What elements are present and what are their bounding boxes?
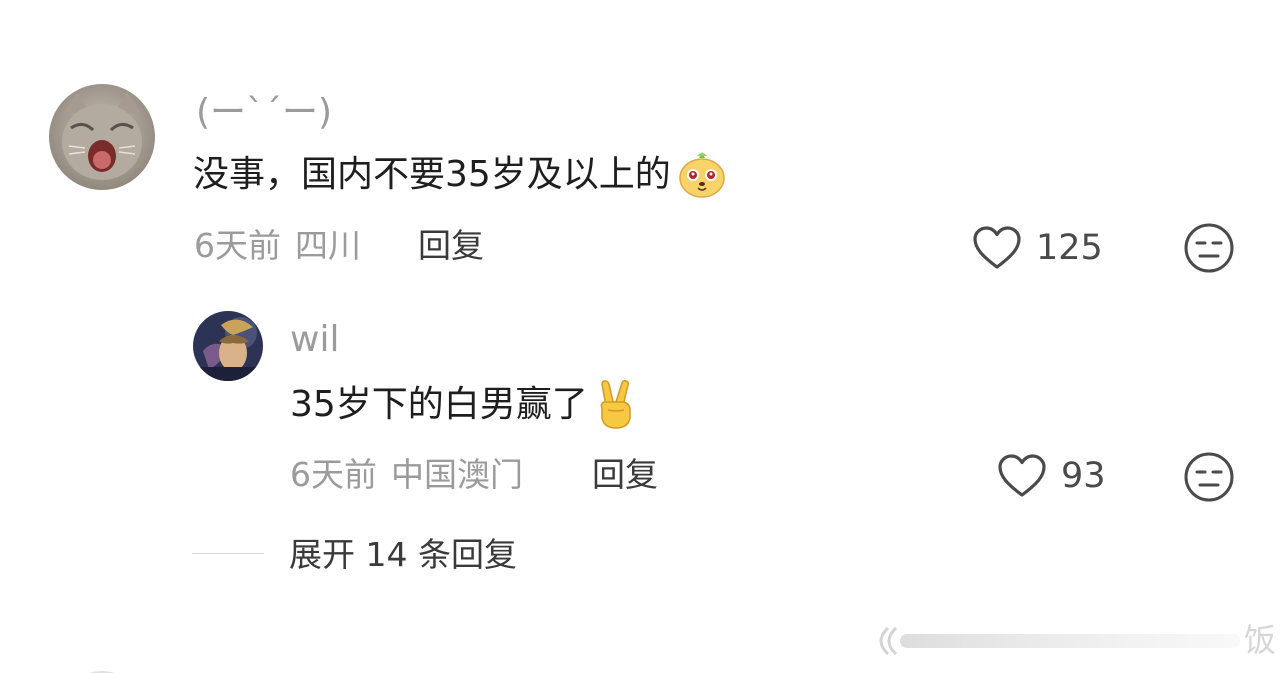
comment-location: 四川: [295, 226, 361, 265]
watermark-swoosh-icon: [879, 626, 1240, 656]
comment-username[interactable]: (ー`´ー): [196, 91, 332, 135]
comment-body: 没事，国内不要35岁及以上的: [193, 154, 671, 195]
anime-avatar-image: [193, 311, 263, 381]
heart-icon: [973, 226, 1021, 269]
neutral-face-icon: [1184, 452, 1234, 502]
reply-to-reply-button[interactable]: 回复: [592, 453, 658, 497]
watermark-logo: [870, 622, 1250, 660]
like-count: 125: [1036, 228, 1103, 268]
dislike-button[interactable]: [1183, 222, 1235, 274]
reply-like-button[interactable]: 93: [997, 453, 1106, 499]
neutral-face-icon: [1184, 223, 1234, 273]
comment-text: 没事，国内不要35岁及以上的: [193, 150, 727, 200]
comment-thread: (ー`´ー) 没事，国内不要35岁及以上的 6天前 四川 回复 125 wil …: [0, 0, 1284, 673]
comment-meta: 6天前 四川: [194, 224, 361, 268]
dog-face-emoji-icon: [677, 150, 727, 200]
watermark-text: 饭: [1244, 621, 1277, 659]
like-button[interactable]: 125: [972, 225, 1103, 271]
reply-time: 6天前: [290, 455, 377, 494]
reply-body: 35岁下的白男赢了: [290, 384, 588, 425]
expand-replies-button[interactable]: 展开 14 条回复: [289, 533, 517, 577]
reply-meta: 6天前 中国澳门: [290, 453, 523, 497]
reply-text: 35岁下的白男赢了: [290, 380, 638, 430]
expand-divider: [192, 553, 264, 554]
next-comment-avatar-edge: [62, 660, 142, 673]
reply-user-avatar[interactable]: [193, 311, 263, 381]
reply-button[interactable]: 回复: [418, 224, 484, 268]
reply-like-count: 93: [1061, 456, 1106, 496]
reply-location: 中国澳门: [391, 455, 523, 494]
reply-username[interactable]: wil: [290, 318, 339, 362]
victory-hand-emoji-icon: [594, 380, 638, 430]
reply-dislike-button[interactable]: [1183, 451, 1235, 503]
heart-icon: [998, 454, 1046, 497]
comment-time: 6天前: [194, 226, 281, 265]
cat-avatar-image: [49, 84, 155, 190]
user-avatar-cat[interactable]: [49, 84, 155, 190]
